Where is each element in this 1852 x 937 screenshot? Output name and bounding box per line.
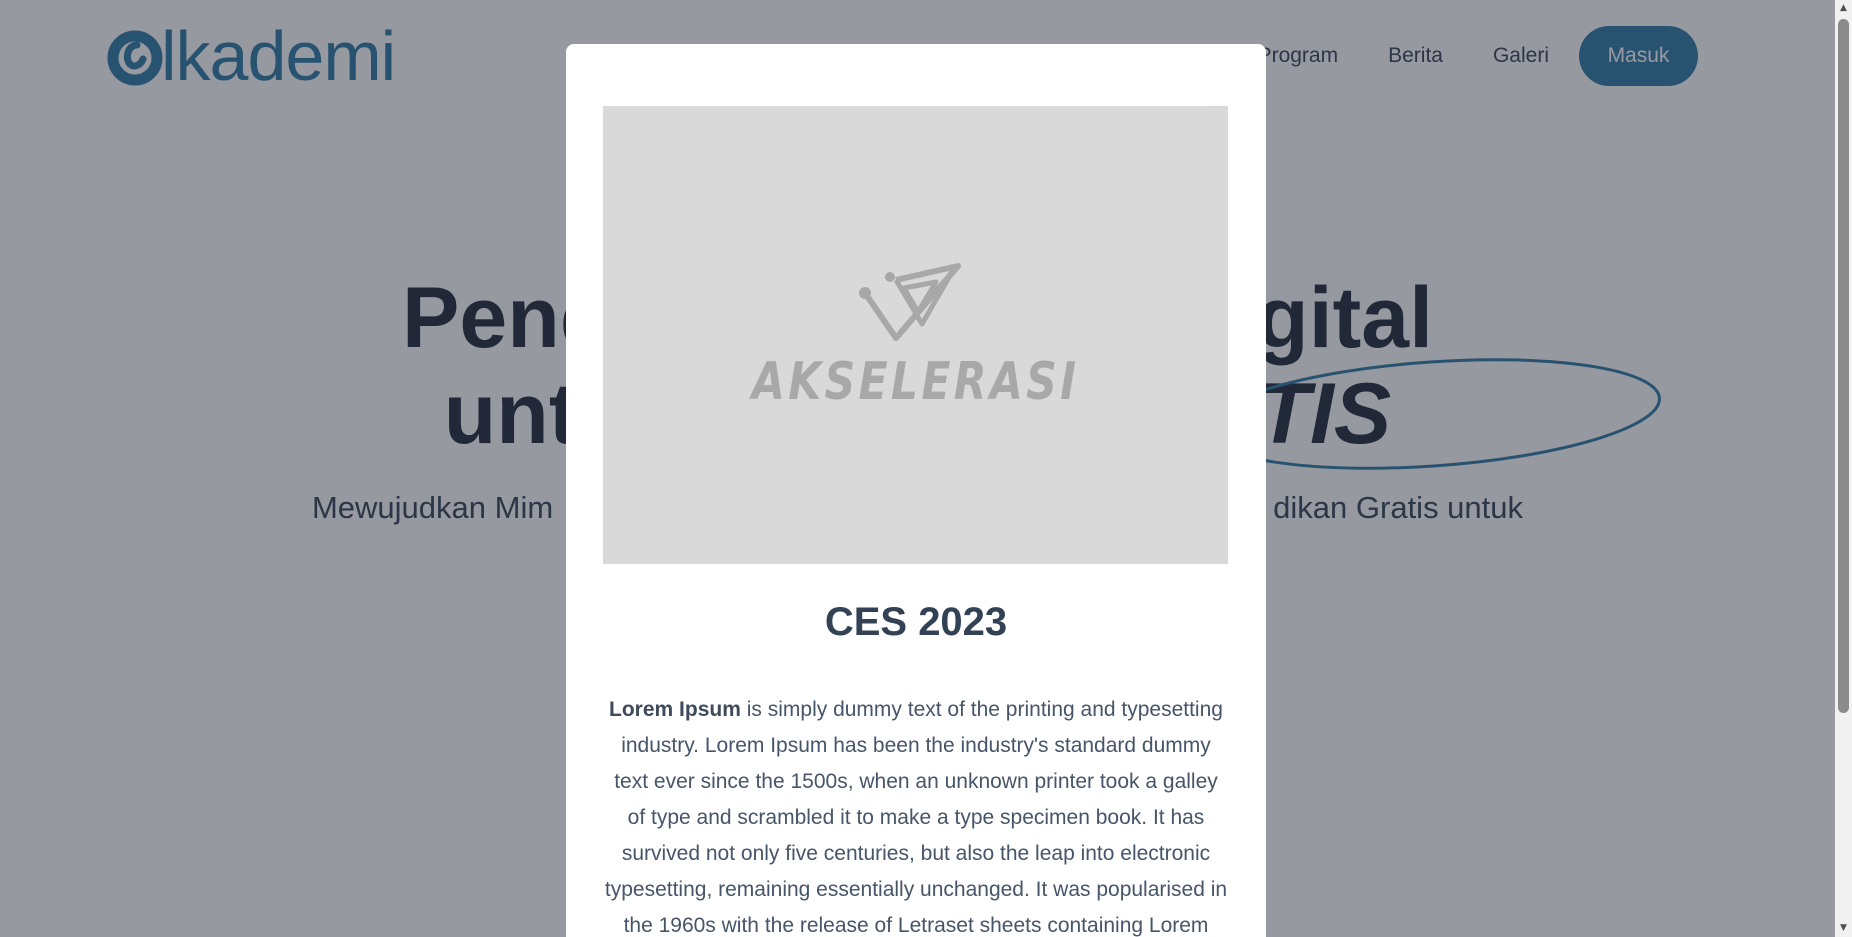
page-scrollbar[interactable]: ▲ ▼ <box>1835 0 1852 937</box>
image-logo-text: AKSELERASI <box>751 352 1080 412</box>
gallery-modal: × AKSELERASI CES 2023 Lorem Ipsum is sim… <box>566 44 1266 937</box>
scrollbar-thumb[interactable] <box>1838 19 1849 713</box>
scroll-up-icon[interactable]: ▲ <box>1835 0 1852 17</box>
page: lkademi Program Berita Galeri Masuk Pend… <box>0 0 1852 937</box>
description-bold: Lorem Ipsum <box>609 698 741 721</box>
description-text: is simply dummy text of the printing and… <box>604 698 1228 937</box>
akselerasi-logo-icon <box>858 263 961 341</box>
modal-description: Lorem Ipsum is simply dummy text of the … <box>604 692 1228 937</box>
modal-title: CES 2023 <box>824 600 1008 644</box>
gallery-image: AKSELERASI <box>603 106 1228 564</box>
scroll-down-icon[interactable]: ▼ <box>1835 920 1852 937</box>
